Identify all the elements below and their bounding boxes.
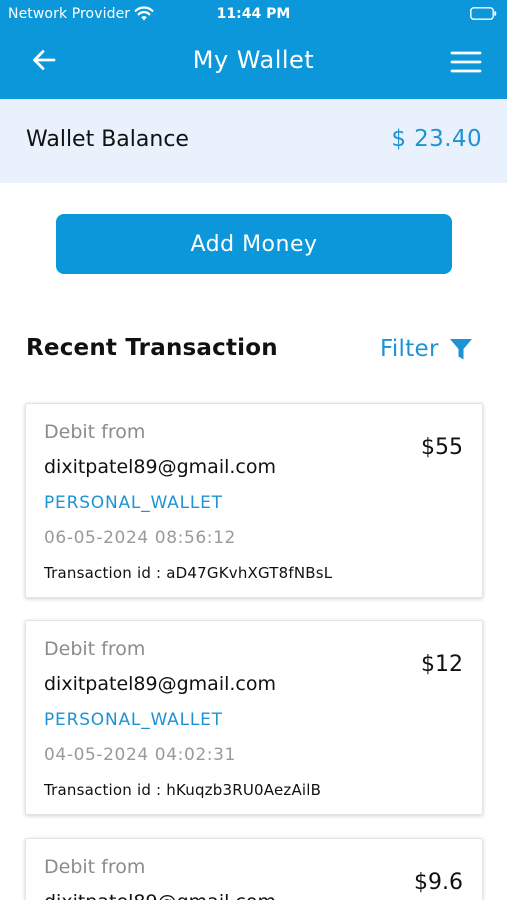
filter-label: Filter	[380, 336, 439, 362]
status-time: 11:44 PM	[216, 6, 291, 22]
filter-button[interactable]: Filter	[380, 333, 473, 365]
transaction-amount: $9.6	[414, 870, 463, 895]
transaction-type: Debit from	[44, 638, 146, 660]
transaction-email: dixitpatel89@gmail.com	[44, 456, 276, 478]
page-title: My Wallet	[192, 46, 315, 74]
top-bar: Network Provider 11:44 PM My Wallet	[0, 0, 507, 99]
recent-transaction-heading: Recent Transaction	[26, 335, 278, 361]
menu-button[interactable]	[446, 44, 486, 80]
transaction-email: dixitpatel89@gmail.com	[44, 891, 276, 900]
battery-icon	[470, 7, 497, 20]
transaction-card[interactable]: Debit from dixitpatel89@gmail.com PERSON…	[25, 620, 483, 815]
transaction-amount: $55	[421, 435, 463, 460]
transaction-wallet: PERSONAL_WALLET	[44, 710, 223, 730]
status-bar: Network Provider 11:44 PM	[0, 0, 507, 28]
transaction-wallet: PERSONAL_WALLET	[44, 493, 223, 513]
transaction-type: Debit from	[44, 421, 146, 443]
transaction-type: Debit from	[44, 856, 146, 878]
transaction-amount: $12	[421, 652, 463, 677]
transaction-card[interactable]: Debit from dixitpatel89@gmail.com $9.6	[25, 838, 483, 900]
transaction-email: dixitpatel89@gmail.com	[44, 673, 276, 695]
transaction-datetime: 06-05-2024 08:56:12	[44, 528, 236, 548]
add-money-button[interactable]: Add Money	[56, 214, 452, 274]
wallet-balance-value: $ 23.40	[391, 126, 482, 152]
transaction-card[interactable]: Debit from dixitpatel89@gmail.com PERSON…	[25, 403, 483, 598]
wallet-screen: Network Provider 11:44 PM My Wallet Wall…	[0, 0, 507, 900]
transaction-id: Transaction id : hKuqzb3RU0AezAilB	[44, 781, 322, 799]
app-bar: My Wallet	[0, 28, 507, 99]
transaction-id: Transaction id : aD47GKvhXGT8fNBsL	[44, 564, 333, 582]
transaction-datetime: 04-05-2024 04:02:31	[44, 745, 236, 765]
hamburger-menu-icon	[450, 51, 482, 73]
funnel-icon	[449, 339, 472, 360]
wallet-balance-row: Wallet Balance $ 23.40	[0, 99, 507, 183]
wallet-balance-label: Wallet Balance	[26, 127, 189, 152]
